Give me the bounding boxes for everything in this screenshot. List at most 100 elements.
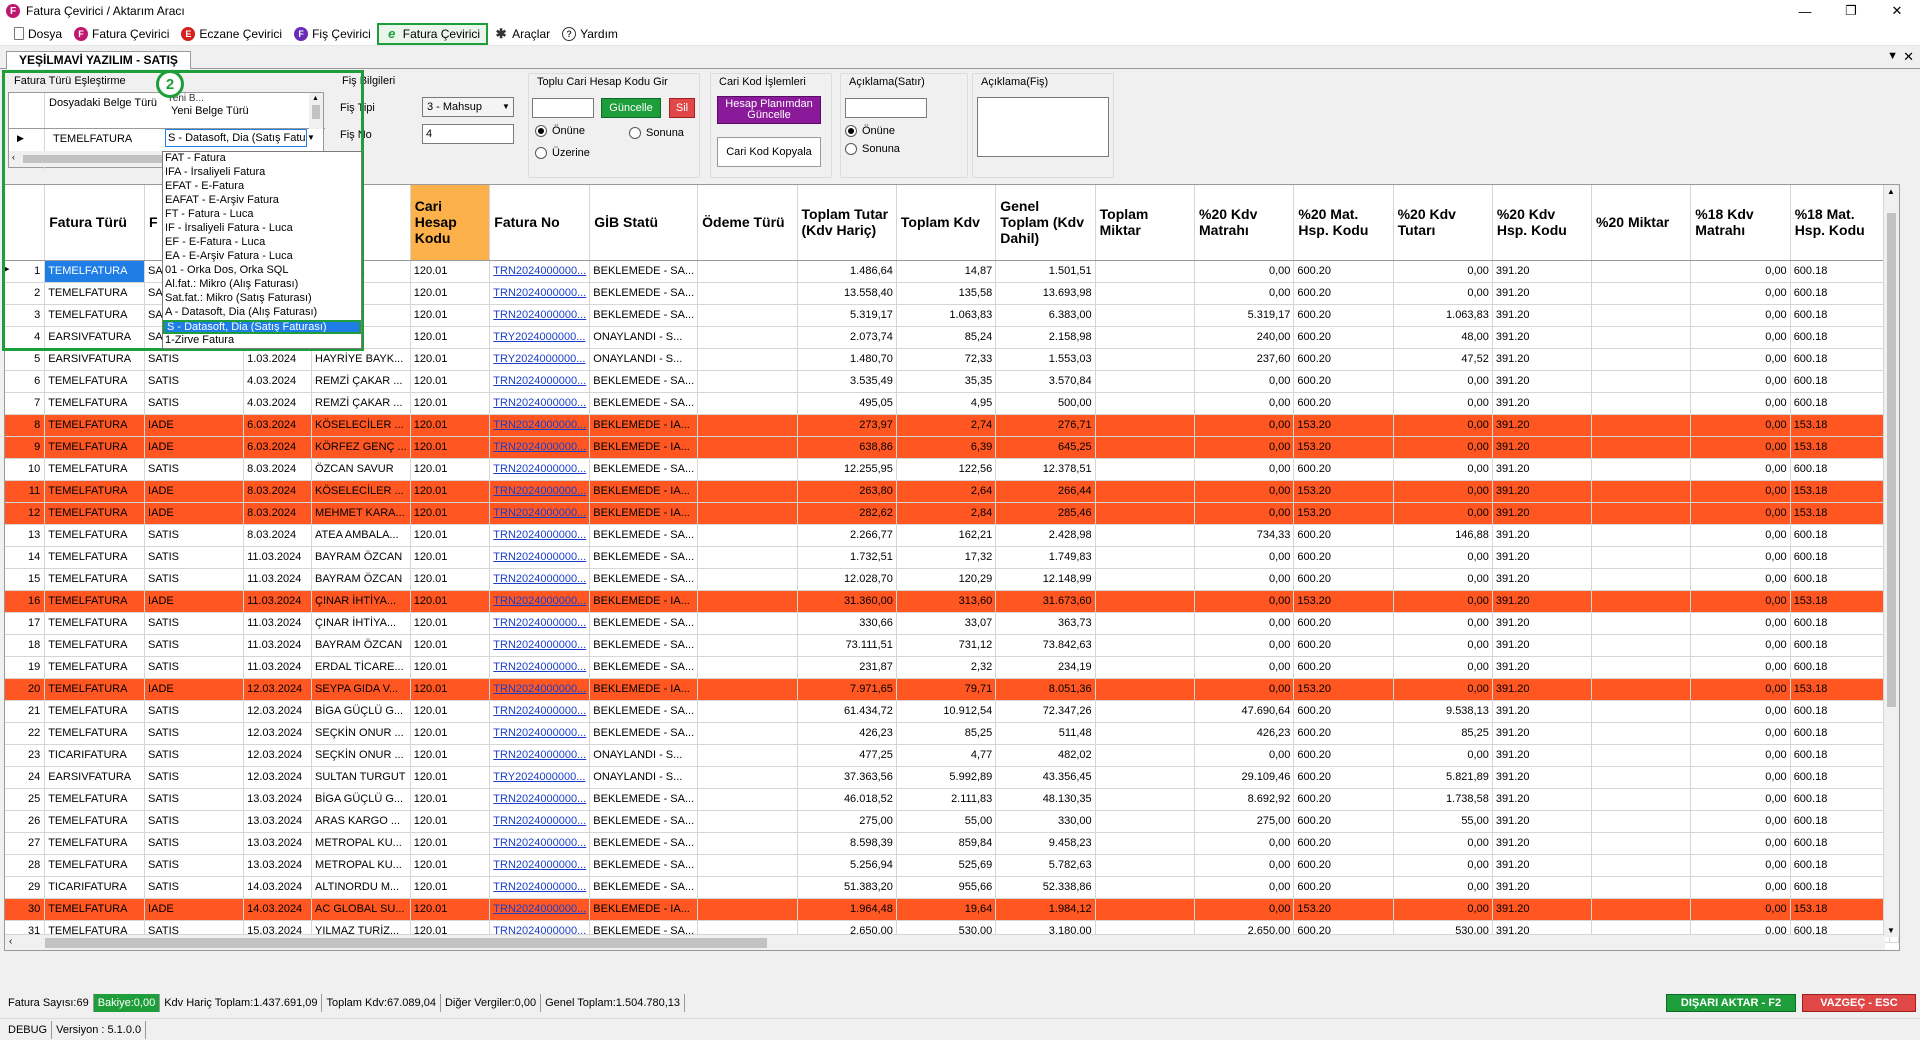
grid-hscroll[interactable]: ‹	[5, 934, 1885, 950]
table-cell[interactable]: TRN2024000000...	[489, 722, 591, 745]
menu-dosya[interactable]: Dosya	[8, 23, 68, 45]
table-row[interactable]: 8 TEMELFATURA IADE 6.03.2024 KÖSELECİLER ...…	[5, 414, 1899, 437]
aciklama-satir-input[interactable]	[845, 98, 927, 118]
toplu-cari-input[interactable]	[532, 98, 594, 118]
table-cell[interactable]: TRN2024000000...	[489, 480, 591, 503]
table-row[interactable]: 15 TEMELFATURA SATIS 11.03.2024 BAYRAM ÖZCAN…	[5, 568, 1899, 591]
menu-yardim[interactable]: ? Yardım	[556, 23, 624, 45]
dropdown-option[interactable]: 1-Zirve Fatura	[163, 334, 361, 348]
grid-hscroll-thumb[interactable]	[45, 938, 767, 948]
table-row[interactable]: 11 TEMELFATURA IADE 8.03.2024 KÖSELECİLER ..…	[5, 480, 1899, 503]
table-cell[interactable]: TRN2024000000...	[489, 876, 591, 899]
table-row[interactable]: 16 TEMELFATURA IADE 11.03.2024 ÇINAR İHTİYA.…	[5, 590, 1899, 613]
table-row[interactable]: 5 EARSIVFATURA SATIS 1.03.2024 HAYRİYE BAYK.…	[5, 348, 1899, 371]
table-cell[interactable]: TRN2024000000...	[489, 524, 591, 547]
dropdown-option[interactable]: EFAT - E-Fatura	[163, 180, 361, 194]
dropdown-option[interactable]: EF - E-Fatura - Luca	[163, 236, 361, 250]
column-header[interactable]: Toplam Miktar	[1095, 185, 1196, 261]
table-row[interactable]: 14 TEMELFATURA SATIS 11.03.2024 BAYRAM ÖZCAN…	[5, 546, 1899, 569]
fis-tipi-select[interactable]: 3 - Mahsup	[422, 97, 514, 117]
table-cell[interactable]: TRN2024000000...	[489, 590, 591, 613]
table-row[interactable]: 23 TICARIFATURA SATIS 12.03.2024 SEÇKİN ONUR…	[5, 744, 1899, 767]
menu-e-fatura-cevirici[interactable]: e Fatura Çevirici	[376, 22, 489, 45]
vazgec-button[interactable]: VAZGEÇ - ESC	[1802, 994, 1916, 1012]
dropdown-option[interactable]: Sat.fat.: Mikro (Satış Faturası)	[163, 292, 361, 306]
table-cell[interactable]: TRN2024000000...	[489, 788, 591, 811]
menu-fis-cevirici[interactable]: F Fiş Çevirici	[288, 23, 377, 45]
dropdown-option[interactable]: IFA - İrsaliyeli Fatura	[163, 166, 361, 180]
chevron-down-icon[interactable]: ▼	[502, 102, 510, 111]
chevron-down-icon[interactable]: ▼	[307, 133, 315, 142]
table-cell[interactable]: TRN2024000000...	[489, 832, 591, 855]
table-row[interactable]: 27 TEMELFATURA SATIS 13.03.2024 METROPAL KU.…	[5, 832, 1899, 855]
dropdown-option[interactable]: FAT - Fatura	[163, 152, 361, 166]
table-cell[interactable]: TRN2024000000...	[489, 612, 591, 635]
column-header[interactable]: %20 Kdv Hsp. Kodu	[1492, 185, 1593, 261]
table-cell[interactable]: TRY2024000000...	[489, 348, 591, 371]
table-cell[interactable]: TRN2024000000...	[489, 370, 591, 393]
column-header[interactable]: %20 Miktar	[1591, 185, 1692, 261]
aciklama-onune-radio[interactable]: Önüne	[845, 125, 895, 137]
scroll-left-icon[interactable]: ‹	[9, 936, 12, 947]
close-icon[interactable]: ✕	[1874, 0, 1920, 22]
dropdown-option[interactable]: 01 - Orka Dos, Orka SQL	[163, 264, 361, 278]
column-header[interactable]: %18 Mat. Hsp. Kodu	[1790, 185, 1891, 261]
table-cell[interactable]: TRN2024000000...	[489, 700, 591, 723]
cari-kod-kopyala-button[interactable]: Cari Kod Kopyala	[717, 137, 821, 167]
table-cell[interactable]: TRN2024000000...	[489, 678, 591, 701]
scroll-up-icon[interactable]: ▲	[1887, 187, 1895, 196]
tab-dropdown-icon[interactable]: ▼	[1887, 50, 1898, 62]
column-header[interactable]: Ödeme Türü	[697, 185, 798, 261]
table-cell[interactable]: TRN2024000000...	[489, 656, 591, 679]
dropdown-option[interactable]: EAFAT - E-Arşiv Fatura	[163, 194, 361, 208]
table-cell[interactable]: TRN2024000000...	[489, 304, 591, 327]
dropdown-option[interactable]: IF - İrsaliyeli Fatura - Luca	[163, 222, 361, 236]
maximize-icon[interactable]: ❐	[1828, 0, 1874, 22]
table-row[interactable]: 7 TEMELFATURA SATIS 4.03.2024 REMZİ ÇAKAR ..…	[5, 392, 1899, 415]
table-row[interactable]: 29 TICARIFATURA SATIS 14.03.2024 ALTINORDU M…	[5, 876, 1899, 899]
column-header[interactable]: Fatura No	[489, 185, 591, 261]
table-row[interactable]: 26 TEMELFATURA SATIS 13.03.2024 ARAS KARGO .…	[5, 810, 1899, 833]
dropdown-option[interactable]: FT - Fatura - Luca	[163, 208, 361, 222]
table-cell[interactable]: TRY2024000000...	[489, 326, 591, 349]
column-header[interactable]: GİB Statü	[589, 185, 699, 261]
table-cell[interactable]: TRN2024000000...	[489, 898, 591, 921]
table-cell[interactable]: TRN2024000000...	[489, 744, 591, 767]
table-cell[interactable]: TRN2024000000...	[489, 568, 591, 591]
toplu-uzerine-radio[interactable]: Üzerine	[535, 147, 590, 159]
scroll-down-icon[interactable]: ▼	[1887, 926, 1895, 935]
aciklama-sonuna-radio[interactable]: Sonuna	[845, 143, 900, 155]
table-row[interactable]: 10 TEMELFATURA SATIS 8.03.2024 ÖZCAN SAVUR 12…	[5, 458, 1899, 481]
table-cell[interactable]: TRN2024000000...	[489, 854, 591, 877]
table-cell[interactable]: TRN2024000000...	[489, 458, 591, 481]
toplu-guncelle-button[interactable]: Güncelle	[601, 98, 661, 118]
belge-turu-dropdown-list[interactable]: FAT - Fatura IFA - İrsaliyeli Fatura EFAT …	[162, 151, 362, 349]
column-header[interactable]: Cari Hesap Kodu	[410, 185, 491, 261]
table-row[interactable]: 22 TEMELFATURA SATIS 12.03.2024 SEÇKİN ONUR …	[5, 722, 1899, 745]
dropdown-option[interactable]: Al.fat.: Mikro (Alış Faturası)	[163, 278, 361, 292]
grid-vscroll[interactable]: ▲ ▼	[1883, 185, 1899, 937]
column-header[interactable]: Fatura Türü	[44, 185, 146, 261]
column-header[interactable]: Toplam Tutar (Kdv Hariç)	[797, 185, 897, 261]
grid-vscroll-thumb[interactable]	[1887, 213, 1896, 707]
table-cell[interactable]: TRN2024000000...	[489, 436, 591, 459]
table-cell[interactable]: TRN2024000000...	[489, 414, 591, 437]
table-cell[interactable]: TRN2024000000...	[489, 502, 591, 525]
table-cell[interactable]: TRN2024000000...	[489, 260, 591, 283]
aciklama-fis-textarea[interactable]	[977, 97, 1109, 157]
table-cell[interactable]: TRN2024000000...	[489, 546, 591, 569]
table-cell[interactable]: TRN2024000000...	[489, 392, 591, 415]
column-header[interactable]: Toplam Kdv	[896, 185, 997, 261]
menu-araclar[interactable]: ✱ Araçlar	[488, 23, 556, 45]
minimize-icon[interactable]: —	[1782, 0, 1828, 22]
table-row[interactable]: 6 TEMELFATURA SATIS 4.03.2024 REMZİ ÇAKAR ..…	[5, 370, 1899, 393]
table-cell[interactable]: TRN2024000000...	[489, 810, 591, 833]
table-row[interactable]: 17 TEMELFATURA SATIS 11.03.2024 ÇINAR İHTİYA…	[5, 612, 1899, 635]
hesap-planimdan-guncelle-button[interactable]: Hesap Planımdan Güncelle	[717, 96, 821, 124]
tab-close-icon[interactable]: ✕	[1903, 49, 1914, 65]
column-header[interactable]: %20 Mat. Hsp. Kodu	[1293, 185, 1394, 261]
menu-fatura-cevirici[interactable]: F Fatura Çevirici	[68, 23, 175, 45]
table-cell[interactable]: TRN2024000000...	[489, 282, 591, 305]
dropdown-option[interactable]: EA - E-Arşiv Fatura - Luca	[163, 250, 361, 264]
toplu-sil-button[interactable]: Sil	[669, 98, 695, 118]
